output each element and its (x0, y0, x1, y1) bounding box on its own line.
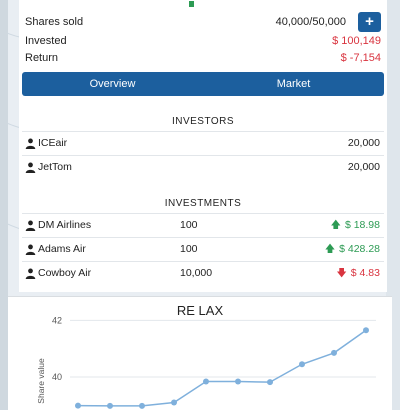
arrow-up-icon: 🡅 (330, 220, 341, 231)
investments-heading: INVESTMENTS (164, 198, 242, 209)
investment-row[interactable]: Adams Air 100 🡅 $ 428.28 (22, 237, 384, 261)
person-icon (25, 138, 36, 149)
investor-name: JetTom (38, 161, 72, 173)
investment-row[interactable]: DM Airlines 100 🡅 $ 18.98 (22, 213, 384, 237)
tab-market[interactable]: Market (203, 72, 384, 96)
data-point (235, 378, 241, 385)
investor-row[interactable]: ICEair 20,000 (22, 131, 384, 155)
data-point (203, 378, 209, 385)
investment-row[interactable]: Cowboy Air 10,000 🡇 $ 4.83 (22, 261, 384, 285)
investor-amount: 20,000 (347, 161, 380, 173)
y-axis-label: Share value (36, 358, 46, 404)
share-value-chart: 40 42 Share value (36, 315, 376, 409)
share-value-chart-panel: RE LAX 40 42 Share value (8, 296, 392, 410)
investor-row[interactable]: JetTom 20,000 (22, 155, 384, 179)
data-point (299, 361, 305, 368)
investment-name: Adams Air (38, 243, 86, 255)
investment-qty: 100 (180, 219, 198, 231)
person-icon (25, 268, 36, 279)
panel-body: Overview Market INVESTORS ICEair 20,000 … (22, 0, 384, 292)
investment-qty: 100 (180, 243, 198, 255)
investors-heading: INVESTORS (171, 116, 235, 127)
investment-value-wrap: 🡇 $ 4.83 (337, 261, 380, 286)
arrow-down-icon: 🡇 (336, 268, 347, 279)
investment-value: $ 18.98 (344, 219, 380, 231)
data-point (75, 402, 81, 409)
investment-qty: 10,000 (180, 267, 213, 279)
person-icon (25, 220, 36, 231)
person-icon (25, 162, 36, 173)
data-point (139, 402, 145, 409)
arrow-up-icon: 🡅 (324, 244, 336, 255)
investment-name: DM Airlines (38, 219, 92, 231)
airline-details-panel: Shares sold 40,000/50,000 + Invested $ 1… (19, 0, 387, 292)
map-edge-left (0, 0, 8, 410)
data-point (331, 349, 337, 356)
y-tick-label: 40 (52, 372, 62, 382)
investor-name: ICEair (38, 137, 68, 149)
series-line (77, 329, 367, 407)
investment-value-wrap: 🡅 $ 18.98 (331, 213, 380, 238)
y-tick-label: 42 (52, 315, 62, 325)
investment-value-wrap: 🡅 $ 428.28 (325, 237, 380, 262)
person-icon (25, 244, 36, 255)
tab-bar: Overview Market (22, 72, 384, 96)
investment-name: Cowboy Air (38, 267, 92, 279)
tab-overview[interactable]: Overview (22, 72, 203, 96)
data-point (363, 327, 369, 334)
investment-value: $ 4.83 (350, 267, 380, 279)
investor-amount: 20,000 (347, 137, 380, 149)
data-point (171, 399, 177, 406)
data-point (267, 379, 273, 386)
data-point (107, 402, 113, 409)
investment-value: $ 428.28 (339, 243, 380, 255)
